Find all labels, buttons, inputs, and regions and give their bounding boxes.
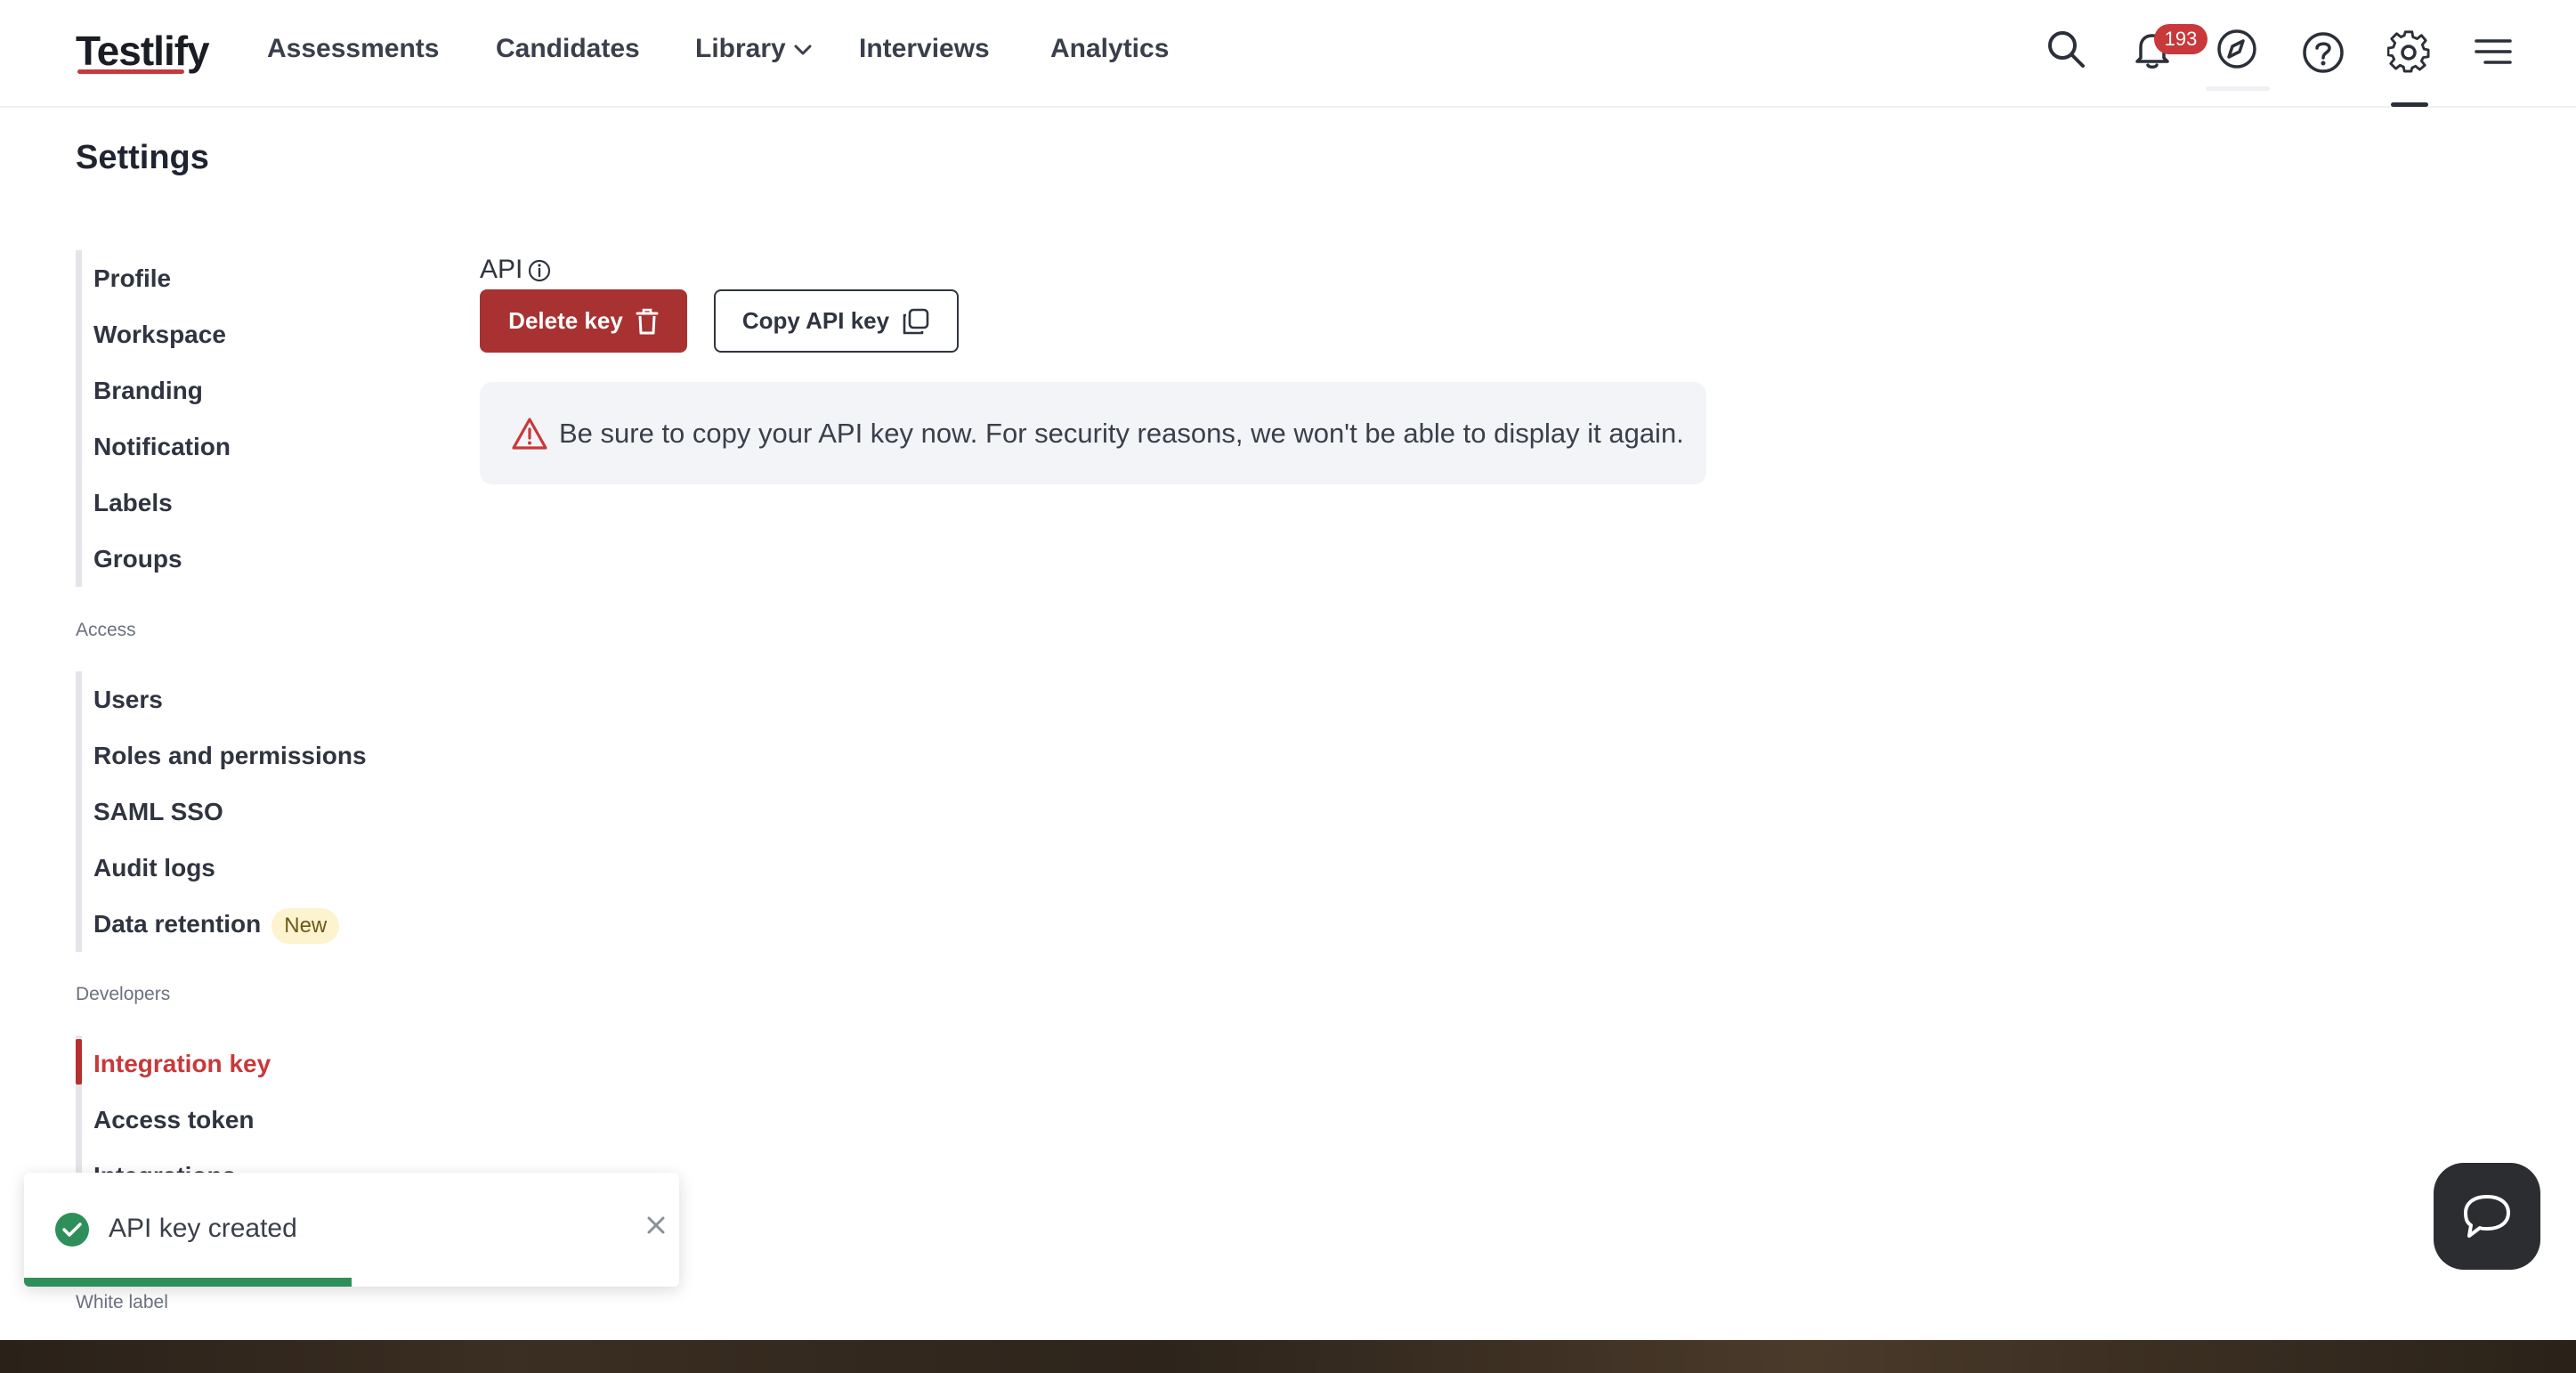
gear-icon[interactable] (2387, 30, 2432, 75)
notification-badge: 193 (2154, 24, 2207, 54)
delete-key-label: Delete key (508, 307, 623, 334)
delete-key-button[interactable]: Delete key (480, 289, 687, 353)
close-icon[interactable] (643, 1212, 669, 1239)
sidebar-item-workspace[interactable]: Workspace (82, 306, 231, 362)
chat-launcher[interactable] (2434, 1163, 2540, 1270)
nav-interviews[interactable]: Interviews (859, 34, 990, 64)
warning-icon (512, 417, 547, 450)
new-badge: New (271, 907, 340, 944)
page-title: Settings (76, 139, 209, 176)
sidebar-section-developers: Developers (76, 984, 171, 1004)
sidebar-item-label: Data retention (93, 910, 262, 938)
sidebar-item-profile[interactable]: Profile (82, 250, 231, 306)
nav-candidates[interactable]: Candidates (496, 34, 640, 64)
copy-api-key-label: Copy API key (741, 307, 890, 334)
sidebar-item-access-token[interactable]: Access token (82, 1092, 271, 1148)
check-circle-icon (55, 1213, 89, 1247)
trash-icon (636, 308, 659, 334)
desktop-background (0, 1340, 2576, 1373)
nav-assessments[interactable]: Assessments (267, 34, 439, 64)
sidebar-group-general: Profile Workspace Branding Notification … (76, 250, 231, 587)
compass-icon[interactable] (2215, 27, 2259, 71)
chevron-down-icon (794, 45, 812, 55)
toast-progress-bar (24, 1278, 352, 1287)
sidebar-group-access: Users Roles and permissions SAML SSO Aud… (76, 671, 367, 952)
sidebar-item-audit-logs[interactable]: Audit logs (82, 840, 367, 896)
copy-api-key-button[interactable]: Copy API key (714, 289, 959, 353)
copy-icon (903, 308, 929, 334)
toast-message: API key created (109, 1214, 297, 1243)
sidebar-section-white-label: White label (76, 1292, 168, 1312)
sidebar-item-labels[interactable]: Labels (82, 475, 231, 531)
toast-notification: API key created (24, 1173, 679, 1287)
menu-icon[interactable] (2471, 32, 2515, 77)
logo[interactable]: Testlify (76, 27, 210, 75)
sidebar-item-saml-sso[interactable]: SAML SSO (82, 784, 367, 840)
nav-analytics[interactable]: Analytics (1050, 34, 1169, 64)
security-warning: Be sure to copy your API key now. For se… (480, 382, 1706, 484)
logo-underline (77, 69, 184, 74)
nav-library[interactable]: Library (695, 34, 813, 64)
chat-bubble-icon (2464, 1195, 2510, 1238)
search-icon[interactable] (2044, 27, 2088, 71)
sidebar-item-users[interactable]: Users (82, 671, 367, 727)
info-icon[interactable] (527, 258, 552, 283)
sidebar-item-roles[interactable]: Roles and permissions (82, 727, 367, 784)
help-icon[interactable] (2301, 30, 2345, 75)
sidebar-item-branding[interactable]: Branding (82, 362, 231, 418)
sidebar-active-indicator (76, 1039, 82, 1085)
sidebar-item-integration-key[interactable]: Integration key (82, 1036, 271, 1092)
top-navbar: Testlify Assessments Candidates Library … (0, 0, 2576, 108)
app-window: Testlify Assessments Candidates Library … (0, 0, 2576, 1340)
sidebar-section-access: Access (76, 620, 136, 640)
warning-text: Be sure to copy your API key now. For se… (559, 417, 1684, 449)
sidebar-item-groups[interactable]: Groups (82, 531, 231, 587)
explore-underline (2206, 86, 2270, 91)
settings-active-underline (2391, 102, 2428, 107)
sidebar-item-notification[interactable]: Notification (82, 418, 231, 475)
sidebar-item-data-retention[interactable]: Data retention New (82, 896, 367, 952)
api-section-label: API (480, 255, 523, 284)
nav-library-label: Library (695, 34, 786, 63)
toast-progress-track (24, 1278, 679, 1287)
